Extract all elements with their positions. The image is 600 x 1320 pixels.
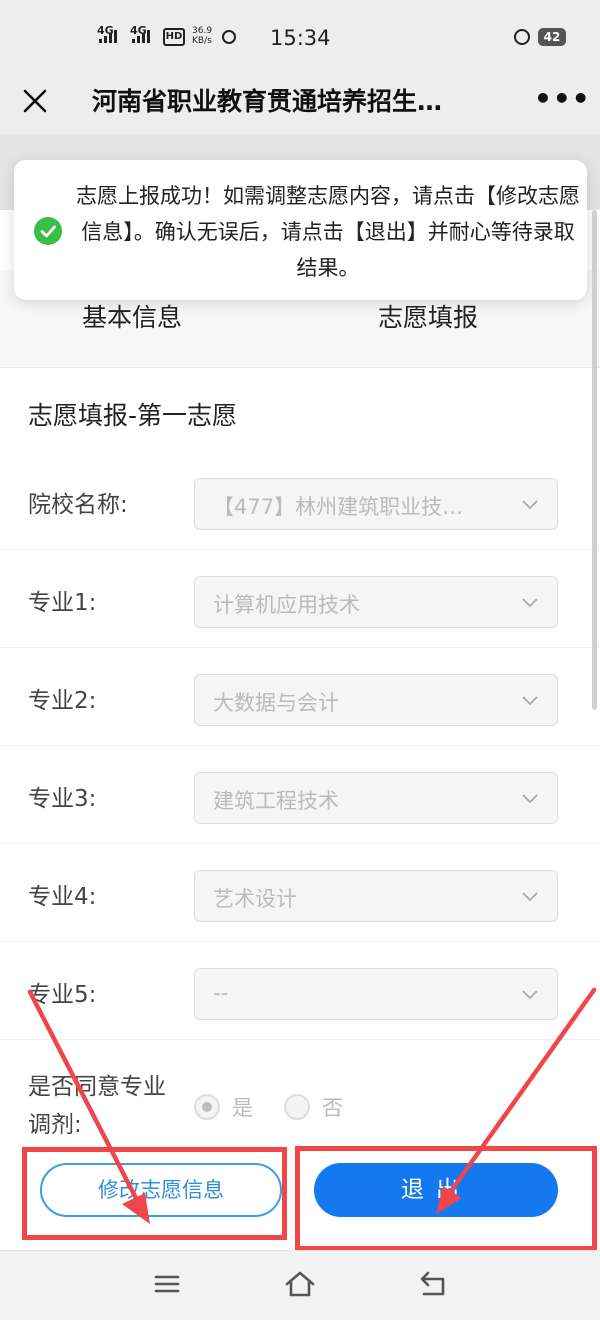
chevron-down-icon [522,500,538,510]
scrollbar[interactable] [592,210,597,710]
tab-volunteer-fill[interactable]: 志愿填报 [378,298,478,334]
system-nav-bar [0,1250,600,1320]
chevron-down-icon [522,990,538,1000]
radio-button[interactable] [284,1094,310,1120]
menu-icon[interactable] [150,1269,184,1299]
network-speed-value: 36.9 [192,26,213,36]
field-label: 专业2: [28,688,97,714]
hd-badge: HD [163,28,185,46]
chevron-down-icon [522,598,538,608]
radio-button[interactable] [194,1094,220,1120]
close-icon[interactable] [18,84,52,118]
signal-icon [132,30,150,43]
field-label: 专业3: [28,786,97,812]
form-row-major-4: 专业4: 艺术设计 [0,844,600,942]
annotation-box-exit [295,1146,597,1251]
status-bar: 4G 4G HD 36.9 KB/s 15:34 42 [0,0,600,76]
major-1-select[interactable]: 计算机应用技术 [194,576,558,628]
chevron-down-icon [522,794,538,804]
field-label: 专业1: [28,590,97,616]
major-2-select[interactable]: 大数据与会计 [194,674,558,726]
field-label: 专业4: [28,884,97,910]
signal-icon [99,30,117,43]
adjust-label: 是否同意专业调剂: [28,1074,166,1138]
select-value: 建筑工程技术 [213,789,339,813]
form-row-major-1: 专业1: 计算机应用技术 [0,550,600,648]
radio-label: 是 [232,1096,253,1120]
back-icon[interactable] [416,1269,450,1299]
major-4-select[interactable]: 艺术设计 [194,870,558,922]
battery-indicator: 42 [538,28,566,46]
alarm-icon [514,29,530,45]
major-5-select[interactable]: -- [194,968,558,1020]
clock: 15:34 [270,26,331,50]
chevron-down-icon [522,696,538,706]
select-value: 【477】林州建筑职业技… [213,495,464,519]
radio-option-yes[interactable]: 是 [194,1092,253,1122]
field-label: 院校名称: [28,492,128,518]
select-value: 大数据与会计 [213,691,339,715]
section-title: 志愿填报-第一志愿 [28,401,238,430]
form-row-major-5: 专业5: -- [0,942,600,1040]
radio-option-no[interactable]: 否 [284,1092,343,1122]
network-speed-unit: KB/s [192,36,212,46]
toast-message: 志愿上报成功！如需调整志愿内容，请点击【修改志愿信息】。确认无误后，请点击【退出… [76,184,580,280]
select-value: 计算机应用技术 [213,593,360,617]
select-value: 艺术设计 [213,887,297,911]
app-notification-icon [222,30,236,44]
radio-label: 否 [322,1096,343,1120]
select-value: -- [213,981,229,1005]
form-row-major-3: 专业3: 建筑工程技术 [0,746,600,844]
tab-basic-info[interactable]: 基本信息 [82,298,182,334]
chevron-down-icon [522,892,538,902]
form-row-school: 院校名称: 【477】林州建筑职业技… [0,452,600,550]
home-icon[interactable] [283,1269,317,1299]
field-label: 专业5: [28,982,97,1008]
success-toast: 志愿上报成功！如需调整志愿内容，请点击【修改志愿信息】。确认无误后，请点击【退出… [14,160,587,300]
form-row-major-2: 专业2: 大数据与会计 [0,648,600,746]
network-speed: 36.9 KB/s [192,26,212,46]
title-bar: 河南省职业教育贯通培养招生… ••• [0,76,600,134]
annotation-box-modify [22,1147,287,1240]
page-title: 河南省职业教育贯通培养招生… [92,87,443,116]
major-3-select[interactable]: 建筑工程技术 [194,772,558,824]
check-circle-icon [34,217,62,245]
more-icon[interactable]: ••• [534,82,591,115]
school-select[interactable]: 【477】林州建筑职业技… [194,478,558,530]
